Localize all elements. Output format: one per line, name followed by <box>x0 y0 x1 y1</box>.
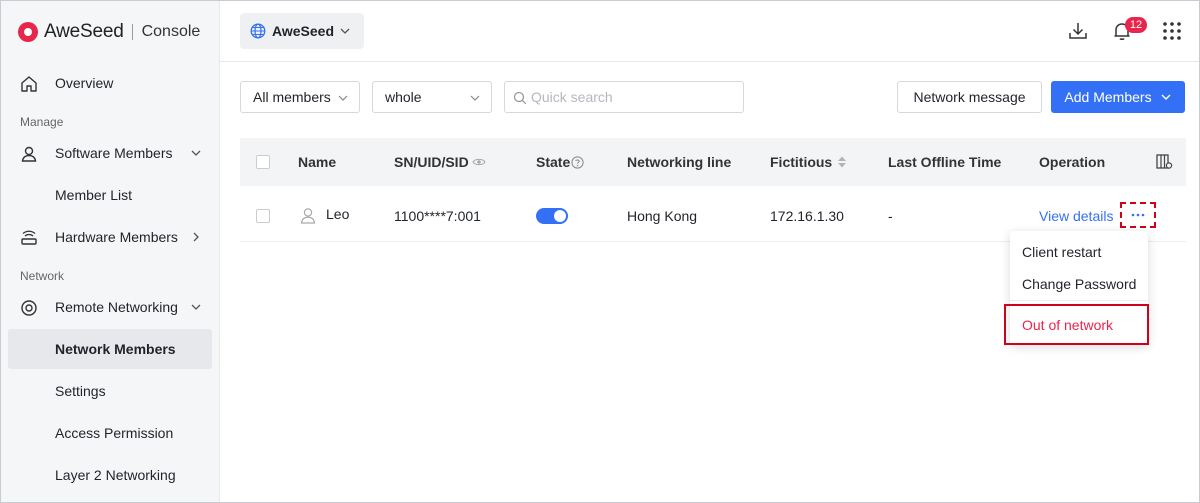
sidebar-item-label: Network Members <box>55 341 176 357</box>
menu-divider <box>1010 300 1148 301</box>
sidebar-item-remote-networking[interactable]: Remote Networking <box>8 287 212 327</box>
brand-logo-icon <box>18 22 38 42</box>
sidebar-item-label: Member List <box>55 187 133 203</box>
router-icon <box>21 230 37 245</box>
column-networking-line-label: Networking line <box>627 154 732 170</box>
apps-grid-icon[interactable] <box>1161 20 1183 42</box>
column-last-offline: Last Offline Time <box>888 154 1001 170</box>
user-icon <box>21 146 37 162</box>
chevron-down-icon <box>340 28 350 34</box>
sidebar-group-network: Network <box>20 269 65 283</box>
search-input[interactable] <box>531 87 731 107</box>
member-name: Leo <box>326 206 350 222</box>
sidebar-item-access-permission[interactable]: Access Permission <box>8 413 212 453</box>
add-members-label: Add Members <box>1064 89 1152 105</box>
sidebar-item-label: Software Members <box>55 145 173 161</box>
search-icon <box>513 91 527 105</box>
column-last-offline-label: Last Offline Time <box>888 154 1002 170</box>
workspace-selector[interactable]: AweSeed <box>240 13 364 49</box>
sidebar-item-network-members[interactable]: Network Members <box>8 329 212 369</box>
more-horizontal-icon <box>1131 213 1145 217</box>
row-checkbox[interactable] <box>256 209 270 223</box>
column-sn: SN/UID/SID <box>394 154 486 170</box>
menu-item-client-restart[interactable]: Client restart <box>1022 244 1101 260</box>
column-state: State <box>536 154 584 170</box>
top-header: AweSeed 12 <box>220 0 1200 62</box>
brand[interactable]: AweSeed Console <box>18 20 200 44</box>
more-actions-button[interactable] <box>1120 202 1156 228</box>
home-icon <box>21 76 37 92</box>
state-toggle[interactable] <box>536 208 568 224</box>
eye-icon[interactable] <box>472 157 486 167</box>
chevron-right-icon <box>193 232 199 242</box>
user-icon <box>300 208 316 224</box>
sidebar: AweSeed Console Overview Manage Software… <box>0 0 220 503</box>
quick-search <box>504 81 744 113</box>
sort-icon[interactable] <box>837 155 847 169</box>
column-state-label: State <box>536 154 571 170</box>
help-circle-icon[interactable] <box>571 155 584 169</box>
highlight-annotation <box>1004 304 1149 345</box>
scope-filter-value: whole <box>385 89 422 105</box>
column-operation: Operation <box>1039 154 1105 170</box>
notification-badge: 12 <box>1125 17 1147 33</box>
sidebar-item-settings[interactable]: Settings <box>8 371 212 411</box>
chevron-down-icon <box>338 95 348 101</box>
member-fictitious-ip: 172.16.1.30 <box>770 208 844 224</box>
globe-icon <box>250 23 266 39</box>
column-sn-label: SN/UID/SID <box>394 154 469 170</box>
download-icon[interactable] <box>1067 20 1089 42</box>
column-fictitious[interactable]: Fictitious <box>770 154 847 170</box>
member-filter-select[interactable]: All members <box>240 81 360 113</box>
sidebar-item-label: Settings <box>55 383 106 399</box>
network-message-label: Network message <box>913 89 1026 105</box>
chevron-down-icon <box>1161 94 1171 100</box>
brand-divider <box>131 24 133 40</box>
network-message-button[interactable]: Network message <box>897 81 1042 113</box>
sidebar-item-label: Overview <box>55 75 114 91</box>
member-sn: 1100****7:001 <box>394 208 481 224</box>
workspace-name: AweSeed <box>272 23 334 39</box>
sidebar-item-hardware-members[interactable]: Hardware Members <box>8 217 212 257</box>
sidebar-item-label: Remote Networking <box>55 299 178 315</box>
sidebar-item-layer2-networking[interactable]: Layer 2 Networking <box>8 455 212 495</box>
scope-filter-select[interactable]: whole <box>372 81 492 113</box>
chevron-down-icon <box>191 150 201 156</box>
sidebar-item-overview[interactable]: Overview <box>8 63 212 103</box>
select-all-checkbox[interactable] <box>256 155 270 169</box>
column-name: Name <box>298 154 336 170</box>
member-filter-value: All members <box>253 89 331 105</box>
menu-item-change-password[interactable]: Change Password <box>1022 276 1136 292</box>
column-operation-label: Operation <box>1039 154 1106 170</box>
chevron-down-icon <box>191 304 201 310</box>
table-header: Name SN/UID/SID State Networking line Fi… <box>240 138 1186 186</box>
sidebar-item-label: Access Permission <box>55 425 174 441</box>
column-networking-line: Networking line <box>627 154 731 170</box>
add-members-button[interactable]: Add Members <box>1051 81 1185 113</box>
sidebar-group-manage: Manage <box>20 115 64 129</box>
sidebar-item-label: Hardware Members <box>55 229 178 245</box>
sidebar-item-software-members[interactable]: Software Members <box>8 133 212 173</box>
column-fictitious-label: Fictitious <box>770 154 833 170</box>
brand-console-label: Console <box>141 23 201 40</box>
view-details-link[interactable]: View details <box>1039 208 1113 224</box>
member-networking-line: Hong Kong <box>627 208 698 224</box>
column-settings-icon[interactable] <box>1156 154 1173 170</box>
network-icon <box>21 300 37 316</box>
chevron-down-icon <box>470 95 480 101</box>
member-last-offline: - <box>888 208 893 224</box>
column-name-label: Name <box>298 154 337 170</box>
brand-name: AweSeed <box>44 21 124 42</box>
sidebar-item-label: Layer 2 Networking <box>55 467 176 483</box>
sidebar-item-member-list[interactable]: Member List <box>8 175 212 215</box>
